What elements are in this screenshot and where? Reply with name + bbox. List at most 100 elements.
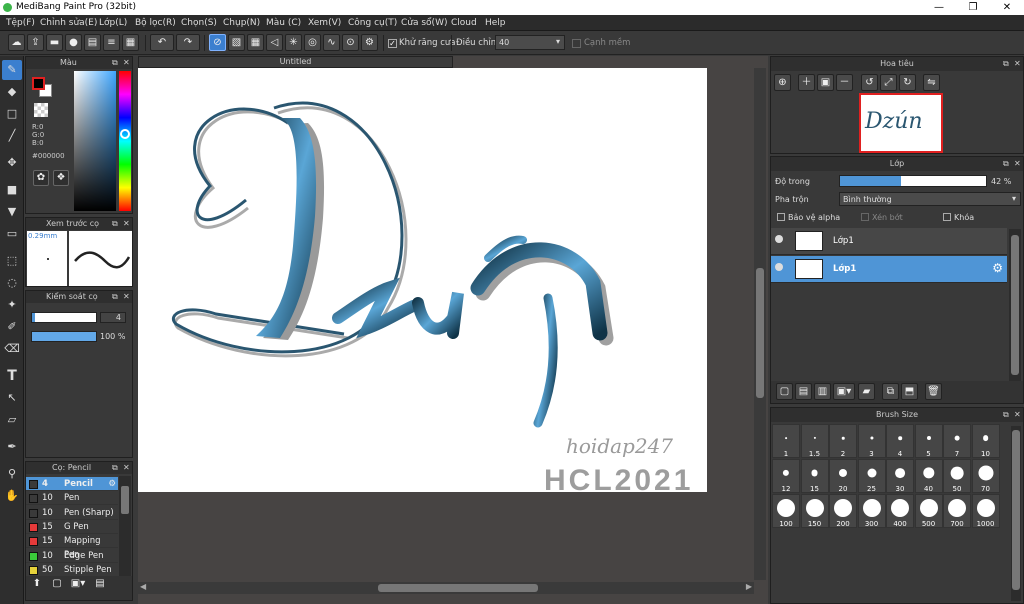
brush-menu-icon[interactable]: ▣▾ — [68, 578, 88, 592]
layer-item[interactable]: Lớp1 ⚙ — [771, 256, 1007, 283]
chat-icon[interactable]: ● — [65, 34, 82, 51]
brush-size-option[interactable]: 5 — [914, 424, 943, 458]
menu-window[interactable]: Cửa sổ(W) — [401, 18, 447, 28]
brush-size-option[interactable]: 50 — [943, 459, 971, 493]
rectangle-tool-icon[interactable]: □ — [2, 104, 22, 124]
delete-layer-icon[interactable]: 🗑 — [925, 383, 942, 400]
brush-size-option[interactable]: 500 — [914, 494, 943, 528]
close-button[interactable]: ✕ — [990, 0, 1024, 15]
grid-icon[interactable]: ▦ — [122, 34, 139, 51]
actual-size-icon[interactable]: ▣ — [817, 74, 834, 91]
copy-layer-icon[interactable]: ⧉ — [882, 383, 899, 400]
brush-size-option[interactable]: 15 — [800, 459, 829, 493]
restore-button[interactable]: ❐ — [956, 0, 990, 15]
panel-close-icon[interactable]: ✕ — [123, 218, 130, 230]
brush-size-option[interactable]: 300 — [857, 494, 886, 528]
brush-size-option[interactable]: 400 — [886, 494, 914, 528]
text-tool-icon[interactable]: T — [2, 366, 22, 386]
select-tool-icon[interactable]: ⬚ — [2, 251, 22, 271]
fit-window-icon[interactable]: ⤢ — [880, 74, 897, 91]
panel-close-icon[interactable]: ✕ — [1014, 157, 1021, 171]
gradient-tool-icon[interactable]: ▭ — [2, 224, 22, 244]
scroll-thumb[interactable] — [378, 584, 538, 592]
scroll-right-icon[interactable]: ▶ — [746, 582, 752, 591]
undo-icon[interactable]: ↶ — [150, 34, 174, 51]
menu-tools[interactable]: Công cụ(T) — [348, 18, 397, 28]
layer-item[interactable]: Lớp1 — [771, 228, 1007, 255]
upload-icon[interactable]: ⇪ — [27, 34, 44, 51]
minimize-button[interactable]: — — [922, 0, 956, 15]
snap-curve-icon[interactable]: ∿ — [323, 34, 340, 51]
panel-close-icon[interactable]: ✕ — [123, 291, 130, 303]
bucket-tool-icon[interactable]: ▼ — [2, 202, 22, 222]
brush-list-item[interactable]: 15 Mapping Pen — [26, 534, 118, 560]
eye-icon[interactable] — [775, 263, 783, 271]
snap-parallel-icon[interactable]: ▧ — [228, 34, 245, 51]
brush-list-item[interactable]: 10 Edge Pen — [26, 549, 118, 563]
brush-list-scrollbar[interactable] — [119, 476, 131, 576]
zoom-out-icon[interactable]: － — [836, 74, 853, 91]
eyedropper-tool-icon[interactable]: ⚲ — [2, 464, 22, 484]
undock-icon[interactable]: ⧉ — [112, 57, 118, 69]
horizontal-scrollbar[interactable]: ◀ ▶ — [138, 582, 754, 594]
operation-tool-icon[interactable]: ↖ — [2, 388, 22, 408]
undock-icon[interactable]: ⧉ — [112, 291, 118, 303]
snap-perspective-icon[interactable]: ◁ — [266, 34, 283, 51]
blend-select[interactable]: Bình thường ▾ — [839, 192, 1021, 206]
menu-color[interactable]: Màu (C) — [266, 18, 301, 28]
new-brush-icon[interactable]: ▢ — [50, 578, 64, 592]
scroll-thumb[interactable] — [1011, 235, 1019, 375]
page-icon[interactable]: ▤ — [84, 34, 101, 51]
scroll-left-icon[interactable]: ◀ — [140, 582, 146, 591]
gear-icon[interactable]: ⚙ — [108, 477, 116, 491]
brush-list-item[interactable]: 15 G Pen — [26, 520, 118, 534]
snap-off-icon[interactable]: ⊘ — [209, 34, 226, 51]
brush-size-option[interactable]: 4 — [886, 424, 914, 458]
undock-icon[interactable]: ⧉ — [112, 218, 118, 230]
hand-tool-icon[interactable]: ✋ — [2, 486, 22, 506]
zoom-fit-icon[interactable]: ⊕ — [774, 74, 791, 91]
brush-tool-icon[interactable]: ✎ — [2, 60, 22, 80]
menu-edit[interactable]: Chỉnh sửa(E) — [40, 18, 97, 28]
divide-tool-icon[interactable]: ▱ — [2, 410, 22, 430]
snap-radial-icon[interactable]: ✳ — [285, 34, 302, 51]
lock-checkbox[interactable] — [943, 213, 951, 221]
layer-opacity-slider[interactable] — [839, 175, 987, 187]
scroll-thumb[interactable] — [121, 486, 129, 514]
brush-size-option[interactable]: 7 — [943, 424, 971, 458]
new-halftone-layer-icon[interactable]: ▤ — [795, 383, 812, 400]
smooth-checkbox[interactable] — [572, 39, 581, 48]
brush-size-option[interactable]: 3 — [857, 424, 886, 458]
brush-list-item[interactable]: 10 Pen — [26, 491, 118, 506]
new-8bit-layer-icon[interactable]: ▥ — [814, 383, 831, 400]
pen-divide-tool-icon[interactable]: ✒ — [2, 437, 22, 457]
drawing-canvas[interactable]: hoidap247 HCL2021 — [138, 68, 707, 497]
protect-alpha-checkbox[interactable] — [777, 213, 785, 221]
snap-grid-icon[interactable]: ▦ — [247, 34, 264, 51]
brush-size-number[interactable]: 4 — [100, 312, 126, 323]
select-eraser-tool-icon[interactable]: ⌫ — [2, 339, 22, 359]
snap-ellipse-icon[interactable]: ⊙ — [342, 34, 359, 51]
brush-size-scrollbar[interactable] — [1011, 426, 1021, 601]
undock-icon[interactable]: ⧉ — [1003, 157, 1009, 171]
layer-list-scrollbar[interactable] — [1009, 229, 1021, 381]
menu-view[interactable]: Xem(V) — [308, 18, 341, 28]
brush-size-option[interactable]: 700 — [943, 494, 971, 528]
brush-list-item[interactable]: 50 Stipple Pen — [26, 563, 118, 577]
folder-icon[interactable]: ▰ — [858, 383, 875, 400]
brush-size-slider[interactable] — [31, 312, 97, 323]
brush-size-option[interactable]: 25 — [857, 459, 886, 493]
magic-wand-tool-icon[interactable]: ✦ — [2, 295, 22, 315]
brush-list-item[interactable]: 10 Pen (Sharp) — [26, 506, 118, 520]
eye-icon[interactable] — [775, 235, 783, 243]
brush-size-option[interactable]: 12 — [772, 459, 800, 493]
menu-layer[interactable]: Lớp(L) — [99, 18, 127, 28]
brush-size-option[interactable]: 20 — [829, 459, 857, 493]
brush-opacity-slider[interactable] — [31, 331, 97, 342]
menu-file[interactable]: Tệp(F) — [6, 18, 35, 28]
foreground-color-swatch[interactable] — [32, 77, 45, 90]
panel-close-icon[interactable]: ✕ — [1014, 408, 1021, 422]
new-layer-icon[interactable]: ▢ — [776, 383, 793, 400]
hue-cursor[interactable] — [120, 129, 130, 139]
brush-list-item[interactable]: 4 Pencil ⚙ — [26, 477, 118, 491]
